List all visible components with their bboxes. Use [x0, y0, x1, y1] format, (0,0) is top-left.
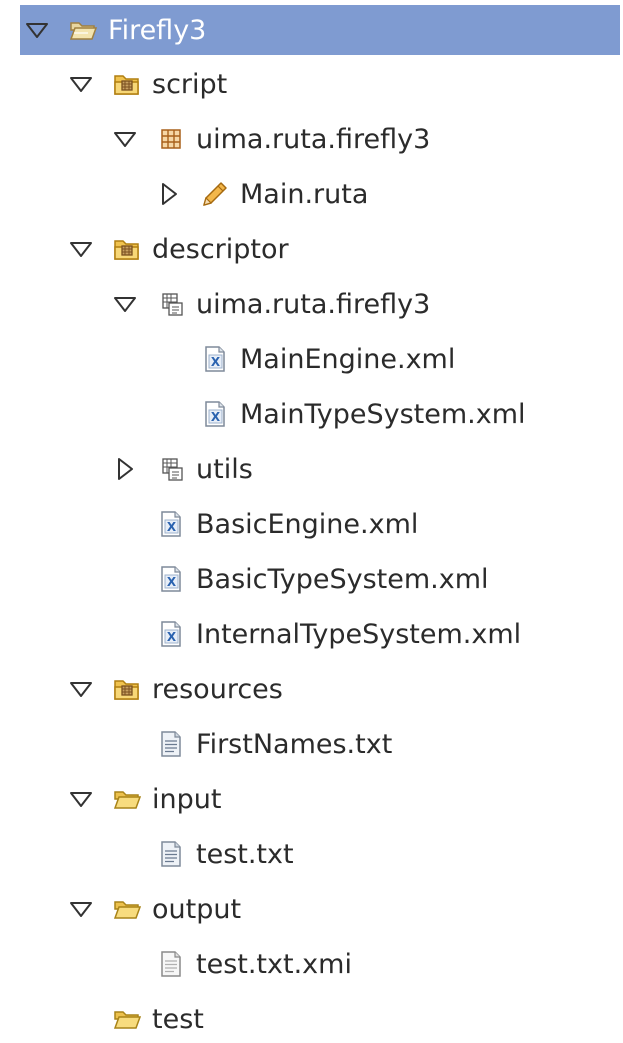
expand-arrow-down-icon[interactable] — [112, 291, 138, 317]
text-file-icon — [156, 729, 186, 759]
expand-arrow-down-icon[interactable] — [68, 236, 94, 262]
svg-text:X: X — [167, 520, 177, 534]
expand-arrow-down-icon[interactable] — [68, 786, 94, 812]
collapse-arrow-right-icon[interactable] — [112, 456, 138, 482]
tree-item-descriptor[interactable]: descriptor — [0, 225, 289, 273]
tree-item-label: input — [152, 783, 222, 815]
svg-text:X: X — [211, 355, 221, 369]
expand-arrow-down-icon[interactable] — [68, 896, 94, 922]
tree-item-label: test — [152, 1003, 204, 1035]
svg-text:X: X — [211, 410, 221, 424]
tree-item-basictypesystem-xml[interactable]: X BasicTypeSystem.xml — [0, 555, 489, 603]
xml-file-icon: X — [156, 619, 186, 649]
ruta-script-icon — [200, 179, 230, 209]
tree-item-label: script — [152, 68, 228, 100]
collapse-arrow-right-icon[interactable] — [156, 181, 182, 207]
source-folder-icon — [112, 234, 142, 264]
open-project-folder-icon — [68, 15, 98, 45]
tree-item-resources[interactable]: resources — [0, 665, 283, 713]
tree-item-test-txt[interactable]: test.txt — [0, 830, 294, 878]
descriptor-package-icon — [156, 454, 186, 484]
expand-arrow-down-icon[interactable] — [24, 17, 50, 43]
open-folder-icon — [112, 894, 142, 924]
expand-arrow-down-icon[interactable] — [112, 126, 138, 152]
tree-item-maintypesystem-xml[interactable]: X MainTypeSystem.xml — [0, 390, 526, 438]
tree-item-label: BasicEngine.xml — [196, 508, 419, 540]
open-folder-icon — [112, 784, 142, 814]
project-explorer-tree: Firefly3 script uima.ruta.firefly3 Main.rut… — [0, 0, 623, 1035]
tree-item-label: utils — [196, 453, 253, 485]
tree-item-firstnames-txt[interactable]: FirstNames.txt — [0, 720, 392, 768]
tree-item-label: output — [152, 893, 242, 925]
tree-item-main-ruta[interactable]: Main.ruta — [0, 170, 368, 218]
tree-item-firefly3[interactable]: Firefly3 — [20, 5, 620, 55]
tree-item-label: Firefly3 — [108, 14, 207, 46]
tree-item-uima-ruta-firefly3[interactable]: uima.ruta.firefly3 — [0, 115, 430, 163]
tree-item-label: MainEngine.xml — [240, 343, 456, 375]
tree-item-label: test.txt — [196, 838, 294, 870]
tree-item-label: InternalTypeSystem.xml — [196, 618, 522, 650]
descriptor-package-icon — [156, 289, 186, 319]
generic-file-icon — [156, 949, 186, 979]
tree-item-input[interactable]: input — [0, 775, 221, 823]
svg-text:X: X — [167, 630, 177, 644]
expand-arrow-down-icon[interactable] — [68, 71, 94, 97]
source-folder-icon — [112, 69, 142, 99]
tree-item-internaltypesystem-xml[interactable]: X InternalTypeSystem.xml — [0, 610, 521, 658]
text-file-icon — [156, 839, 186, 869]
tree-item-script[interactable]: script — [0, 60, 227, 108]
expand-arrow-down-icon[interactable] — [68, 676, 94, 702]
tree-item-label: uima.ruta.firefly3 — [196, 123, 431, 155]
open-folder-icon — [112, 1004, 142, 1034]
tree-item-test[interactable]: test — [0, 995, 204, 1043]
xml-file-icon: X — [156, 564, 186, 594]
tree-item-test-txt-xmi[interactable]: test.txt.xmi — [0, 940, 352, 988]
xml-file-icon: X — [200, 399, 230, 429]
tree-item-output[interactable]: output — [0, 885, 241, 933]
tree-item-uima-ruta-firefly3[interactable]: uima.ruta.firefly3 — [0, 280, 430, 328]
tree-item-label: Main.ruta — [240, 178, 369, 210]
tree-item-label: FirstNames.txt — [196, 728, 393, 760]
tree-item-label: uima.ruta.firefly3 — [196, 288, 431, 320]
tree-item-label: BasicTypeSystem.xml — [196, 563, 489, 595]
tree-item-mainengine-xml[interactable]: X MainEngine.xml — [0, 335, 455, 383]
tree-item-label: MainTypeSystem.xml — [240, 398, 526, 430]
tree-item-basicengine-xml[interactable]: X BasicEngine.xml — [0, 500, 418, 548]
xml-file-icon: X — [200, 344, 230, 374]
package-icon — [156, 124, 186, 154]
tree-item-label: resources — [152, 673, 283, 705]
tree-item-utils[interactable]: utils — [0, 445, 253, 493]
source-folder-icon — [112, 674, 142, 704]
tree-item-label: descriptor — [152, 233, 289, 265]
svg-text:X: X — [167, 575, 177, 589]
xml-file-icon: X — [156, 509, 186, 539]
tree-item-label: test.txt.xmi — [196, 948, 352, 980]
